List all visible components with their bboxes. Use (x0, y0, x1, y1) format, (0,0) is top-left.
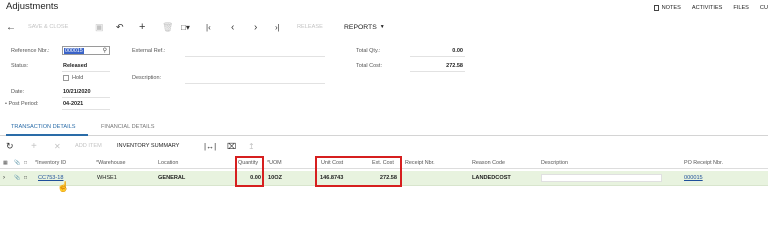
first-page-icon[interactable]: |‹ (206, 20, 211, 34)
column-receipt-nbr[interactable]: Receipt Nbr. (405, 160, 435, 166)
status-label: Status: (11, 63, 29, 69)
post-period-label: • Post Period: (5, 101, 39, 107)
column-inventory-id[interactable]: *Inventory ID (35, 160, 66, 166)
activities-link[interactable]: ACTIVITIES (692, 5, 722, 11)
column-uom[interactable]: *UOM (267, 160, 282, 166)
quantity-highlight-box (235, 156, 264, 187)
reference-nbr-value: 000015 (64, 48, 84, 54)
cell-inventory-id[interactable]: CC753-18 (38, 175, 64, 181)
date-label: Date: (11, 89, 25, 95)
hold-label: Hold (72, 75, 84, 81)
active-tab-indicator (6, 134, 88, 136)
cell-description[interactable] (541, 174, 662, 182)
cell-warehouse[interactable]: WHSE1 (97, 175, 117, 181)
cell-uom[interactable]: 10OZ (268, 175, 282, 181)
row-expand-icon[interactable]: › (3, 175, 5, 181)
hold-checkbox[interactable] (63, 75, 69, 81)
notes-link-label: NOTES (661, 5, 681, 11)
last-page-icon[interactable]: ›| (275, 20, 280, 34)
delete-icon[interactable]: 🗑 (162, 20, 173, 34)
description-input[interactable] (185, 83, 325, 84)
main-toolbar: ← SAVE & CLOSE ▣ ↶ + 🗑 □▾ |‹ ‹ › ›| RELE… (0, 20, 768, 34)
date-value[interactable]: 10/21/2020 (63, 89, 91, 95)
status-value: Released (63, 63, 88, 69)
top-links: NOTES ACTIVITIES FILES CU (643, 5, 768, 11)
document-icon (653, 5, 659, 11)
cell-reason-code[interactable]: LANDEDCOST (472, 175, 511, 181)
files-link-label: FILES (733, 5, 749, 11)
reports-menu[interactable]: REPORTS ▼ (344, 20, 385, 34)
column-warehouse[interactable]: *Warehouse (96, 160, 125, 166)
cell-po-receipt-nbr[interactable]: 000015 (684, 175, 703, 181)
excel-export-icon[interactable]: ⌧ (227, 139, 236, 153)
description-label: Description: (132, 75, 162, 81)
reference-nbr-label: Reference Nbr.: (11, 48, 50, 54)
fit-columns-icon[interactable]: |↔| (204, 139, 216, 153)
undo-icon[interactable]: ↶ (116, 20, 124, 34)
customization-link[interactable]: CU (760, 5, 768, 11)
column-po-receipt-nbr[interactable]: PO Receipt Nbr. (684, 160, 723, 166)
row-attachment-icon[interactable]: 📎 (14, 175, 20, 181)
external-ref-input[interactable] (185, 56, 325, 57)
total-qty-value: 0.00 (452, 48, 463, 54)
back-arrow-icon[interactable]: ← (6, 20, 16, 34)
previous-icon[interactable]: ‹ (231, 20, 234, 34)
external-ref-label: External Ref.: (132, 48, 166, 54)
tab-transaction-details[interactable]: TRANSACTION DETAILS (11, 124, 76, 130)
add-item-button[interactable]: ADD ITEM (75, 139, 102, 153)
release-button[interactable]: RELEASE (297, 20, 323, 34)
chevron-down-icon: ▼ (379, 24, 385, 30)
upload-icon[interactable]: ↥ (248, 139, 255, 153)
detail-tabs: TRANSACTION DETAILS FINANCIAL DETAILS (0, 119, 768, 136)
hand-cursor-icon: ☝ (57, 182, 70, 193)
total-cost-label: Total Cost: (356, 63, 382, 69)
title-bar: Adjustments NOTES ACTIVITIES FILES CU (0, 0, 768, 16)
status-underline (62, 71, 110, 72)
delete-row-icon[interactable]: ✕ (54, 139, 61, 153)
total-cost-underline (410, 71, 465, 72)
reference-nbr-input[interactable]: 000015 ⚲ (62, 46, 110, 55)
attachment-icon: 📎 (14, 160, 21, 166)
add-icon[interactable]: + (139, 20, 145, 34)
next-icon[interactable]: › (254, 20, 257, 34)
total-cost-value: 272.58 (446, 63, 463, 69)
total-qty-underline (410, 56, 465, 57)
page-title: Adjustments (6, 1, 59, 12)
inventory-summary-button[interactable]: INVENTORY SUMMARY (117, 139, 179, 153)
row-note-icon[interactable]: □ (24, 175, 27, 181)
document-icon: □ (24, 160, 28, 166)
add-row-icon[interactable]: + (31, 139, 37, 153)
customization-link-label: CU (759, 5, 768, 11)
total-qty-label: Total Qty.: (356, 48, 381, 54)
reports-label: REPORTS (344, 23, 377, 31)
save-icon[interactable]: ▣ (95, 20, 104, 34)
post-period-value[interactable]: 04-2021 (63, 101, 83, 107)
cost-highlight-box (315, 156, 402, 187)
refresh-icon[interactable]: ↻ (6, 139, 14, 153)
tab-financial-details[interactable]: FINANCIAL DETAILS (101, 124, 154, 130)
search-icon[interactable]: ⚲ (103, 47, 107, 54)
save-close-button[interactable]: SAVE & CLOSE (28, 20, 68, 34)
post-period-underline (62, 109, 110, 110)
files-link[interactable]: FILES (733, 5, 749, 11)
column-description[interactable]: Description (541, 160, 568, 166)
row-selector-icon[interactable]: ▦ (3, 160, 8, 166)
column-reason-code[interactable]: Reason Code (472, 160, 505, 166)
cell-location[interactable]: GENERAL (158, 175, 185, 181)
activities-link-label: ACTIVITIES (691, 5, 723, 11)
date-underline (62, 97, 110, 98)
notes-link[interactable]: NOTES (653, 5, 681, 11)
copy-paste-icon[interactable]: □▾ (181, 20, 190, 34)
column-location[interactable]: Location (158, 160, 178, 166)
